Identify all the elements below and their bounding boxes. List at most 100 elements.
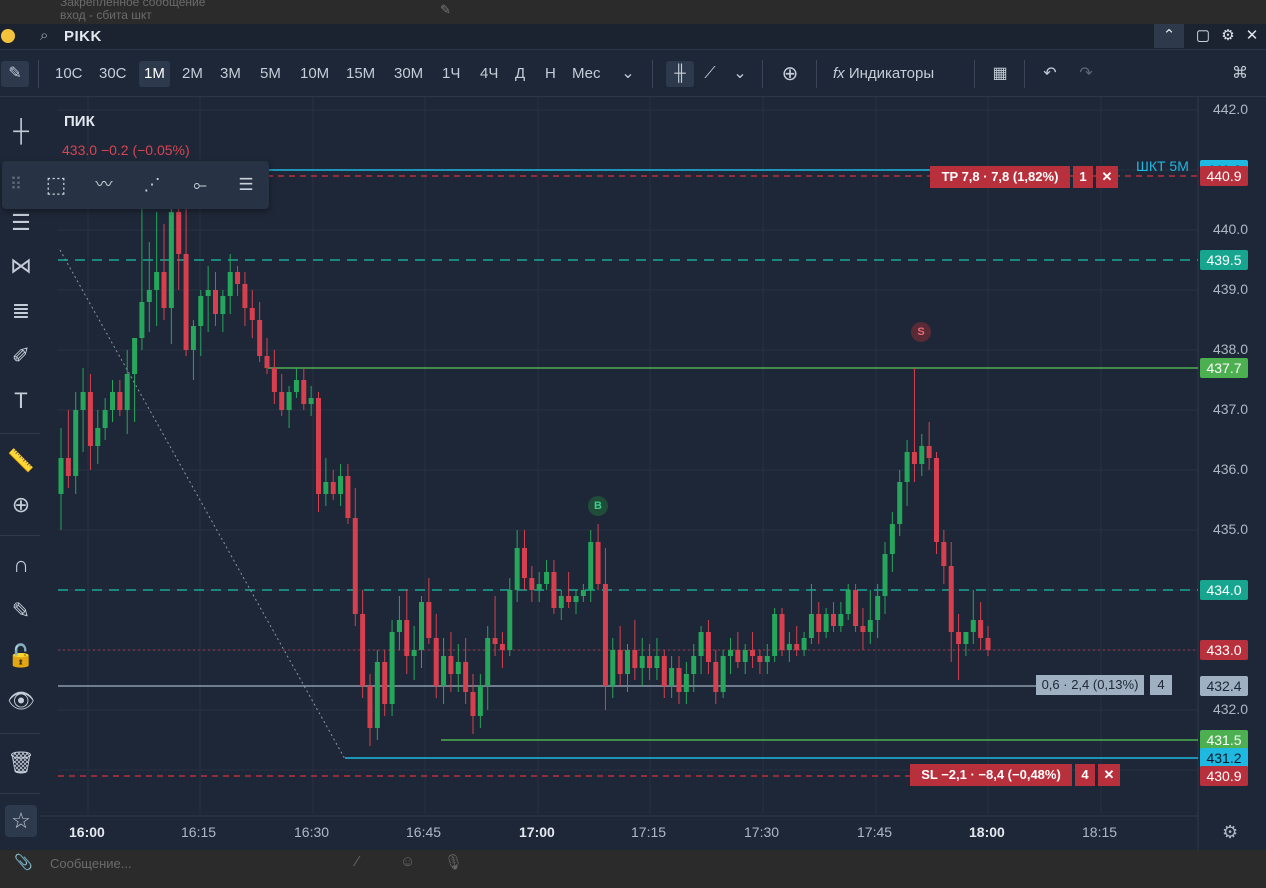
- candle-body-8: [117, 392, 123, 410]
- candle-body-101: [801, 638, 807, 650]
- candle-body-14: [161, 272, 167, 308]
- chart-settings-icon[interactable]: ⚙: [1222, 822, 1238, 843]
- candle-body-7: [110, 392, 115, 410]
- candle-body-98: [779, 614, 785, 650]
- quote-line: 433.0 −0.2 (−0.05%): [62, 142, 190, 158]
- candle-body-82: [661, 656, 667, 686]
- candle-body-122: [956, 632, 962, 644]
- candle-body-18: [190, 326, 196, 350]
- time-tick-2: 16:30: [294, 824, 330, 840]
- attach-icon[interactable]: 📎: [14, 853, 33, 871]
- time-tick-0: 16:00: [69, 824, 105, 840]
- candle-body-26: [249, 308, 255, 320]
- candle-body-71: [580, 590, 586, 596]
- drawing-toolbar-panel: ⠿ ⬚ 〰 ⋰ ⟜ ☰: [2, 161, 269, 209]
- candle-body-64: [529, 578, 535, 590]
- unpin-icon[interactable]: ✎: [440, 2, 451, 18]
- candle-body-93: [742, 650, 748, 662]
- time-tick-9: 18:15: [1082, 824, 1118, 840]
- candle-body-97: [772, 614, 778, 656]
- price-badge-7: 431.5: [1200, 730, 1248, 750]
- candle-body-39: [345, 476, 351, 518]
- candle-body-21: [213, 290, 218, 314]
- candle-body-52: [441, 656, 447, 686]
- candle-body-96: [764, 656, 770, 662]
- candle-body-67: [551, 572, 557, 608]
- stop-loss-order[interactable]: SL −2,1 · −8,4 (−0,48%) 4 ✕: [910, 764, 1126, 786]
- candle-body-25: [242, 284, 248, 308]
- position-qty[interactable]: 4: [1150, 675, 1172, 695]
- position-pnl[interactable]: 0,6 · 2,4 (0,13%): [1036, 675, 1144, 695]
- candle-body-114: [897, 482, 903, 524]
- candle-body-30: [279, 392, 285, 410]
- candle-body-117: [919, 446, 925, 464]
- candle-body-50: [426, 602, 432, 638]
- candle-body-17: [183, 254, 189, 350]
- price-tick-10: 432.0: [1212, 701, 1248, 717]
- candle-body-11: [139, 302, 145, 338]
- candle-body-65: [536, 584, 542, 590]
- telegram-compose-bar: 📎 Сообщение... ⁄ ☺ 🎙: [0, 850, 1266, 888]
- candle-body-77: [625, 650, 630, 674]
- polyline-tool-icon[interactable]: 〰: [87, 169, 121, 201]
- candle-body-5: [95, 428, 101, 446]
- path-tool-icon[interactable]: ⋰: [135, 169, 169, 201]
- candle-body-111: [875, 596, 881, 620]
- drag-handle-icon[interactable]: ⠿: [6, 169, 26, 201]
- candle-body-116: [911, 452, 917, 464]
- message-input[interactable]: Сообщение...: [50, 856, 132, 871]
- candle-body-108: [853, 590, 859, 626]
- candle-body-76: [617, 650, 623, 674]
- last-price: 433.0: [62, 142, 98, 158]
- candle-body-24: [235, 272, 241, 284]
- mic-icon[interactable]: 🎙: [444, 853, 463, 871]
- candle-body-51: [433, 638, 439, 686]
- candle-body-105: [831, 614, 836, 626]
- sell-marker[interactable]: S: [911, 322, 931, 342]
- price-chart[interactable]: [0, 24, 1266, 850]
- rectangle-tool-icon[interactable]: ⬚: [39, 169, 73, 201]
- lines-tool-icon[interactable]: ☰: [229, 169, 263, 201]
- emoji-icon[interactable]: ☺: [400, 853, 415, 870]
- candle-body-123: [963, 632, 969, 644]
- alert-label[interactable]: ШКТ 5М: [1136, 158, 1189, 174]
- tp-cancel-icon[interactable]: ✕: [1096, 166, 1118, 188]
- candle-body-6: [102, 410, 108, 428]
- candle-body-38: [338, 476, 344, 494]
- command-icon[interactable]: ⁄: [356, 853, 359, 870]
- candle-body-61: [507, 590, 513, 650]
- candle-body-106: [838, 614, 844, 626]
- candle-body-124: [970, 620, 976, 632]
- candle-body-119: [934, 458, 939, 542]
- candle-body-44: [382, 662, 388, 704]
- price-badge-2: 439.5: [1200, 250, 1248, 270]
- price-badge-9: 430.9: [1200, 766, 1248, 786]
- price-tick-5: 437.0: [1212, 401, 1248, 417]
- price-tick-3: 439.0: [1212, 281, 1248, 297]
- take-profit-order[interactable]: TP 7,8 · 7,8 (1,82%) 1 ✕: [930, 166, 1126, 188]
- candle-body-69: [566, 596, 572, 602]
- candle-body-9: [124, 374, 130, 410]
- candle-body-13: [154, 272, 160, 290]
- candle-body-43: [374, 662, 380, 728]
- candle-body-87: [698, 632, 704, 656]
- candle-body-118: [926, 446, 932, 458]
- price-tick-0: 442.0: [1212, 101, 1248, 117]
- candle-body-120: [941, 542, 947, 566]
- candle-body-29: [271, 368, 277, 392]
- sl-cancel-icon[interactable]: ✕: [1098, 764, 1120, 786]
- candle-body-83: [669, 668, 675, 686]
- candle-body-31: [286, 392, 292, 410]
- telegram-pinned-bar[interactable]: Закрепленное сообщение вход - сбита шкт …: [0, 0, 1266, 24]
- candle-body-59: [492, 638, 498, 644]
- candle-body-110: [867, 620, 873, 632]
- price-tick-7: 435.0: [1212, 521, 1248, 537]
- candle-body-66: [544, 572, 550, 584]
- candle-body-85: [683, 674, 689, 692]
- tp-qty: 1: [1073, 166, 1093, 188]
- candle-body-70: [573, 596, 579, 602]
- candle-body-46: [396, 620, 402, 632]
- candle-body-121: [948, 566, 954, 632]
- ray-tool-icon[interactable]: ⟜: [183, 169, 217, 201]
- buy-marker[interactable]: B: [588, 496, 608, 516]
